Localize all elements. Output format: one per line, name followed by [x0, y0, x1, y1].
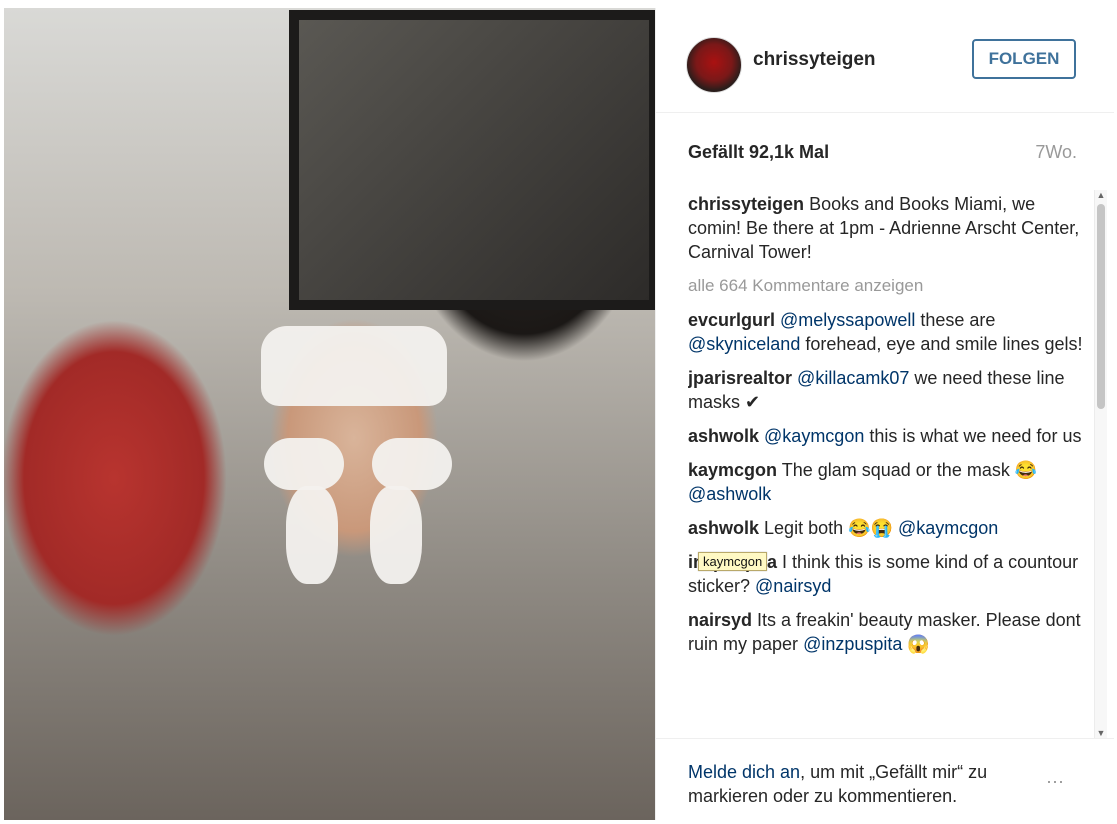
comment-text: these are — [915, 310, 996, 330]
caption: chrissyteigen Books and Books Miami, we … — [688, 192, 1088, 264]
mention-link[interactable]: @killacamk07 — [792, 368, 909, 388]
post-time[interactable]: 7Wo. — [1035, 142, 1077, 163]
scroll-thumb[interactable] — [1097, 204, 1105, 409]
avatar[interactable] — [686, 37, 742, 93]
comment-text: 😱 — [902, 634, 930, 654]
comment-container: evcurlgurl @melyssapowell these are @sky… — [688, 308, 1088, 656]
login-footer: Melde dich an, um mit „Gefällt mir“ zu m… — [656, 738, 1114, 821]
face-mask-left-smile — [286, 486, 338, 584]
comment-item: ashwolk Legit both 😂😭 @kaymcgon — [688, 516, 1088, 540]
more-options-icon[interactable]: ⋯ — [1046, 772, 1066, 793]
comment-username[interactable]: ashwolk — [688, 518, 759, 538]
comment-text: ✔ — [745, 392, 761, 412]
mention-link[interactable]: @ashwolk — [688, 484, 771, 504]
post-photo[interactable] — [4, 8, 655, 820]
likes-count[interactable]: Gefällt 92,1k Mal — [688, 142, 829, 163]
comment-text: Legit both — [759, 518, 849, 538]
mention-link[interactable]: @kaymcgon — [898, 518, 998, 538]
instagram-post-window: chrissyteigen FOLGEN Gefällt 92,1k Mal 7… — [0, 0, 1117, 824]
mention-link[interactable]: @nairsyd — [755, 576, 831, 596]
mention-link[interactable]: @melyssapowell — [775, 310, 915, 330]
post-sidebar: chrissyteigen FOLGEN Gefällt 92,1k Mal 7… — [655, 8, 1114, 821]
comment-item: evcurlgurl @melyssapowell these are @sky… — [688, 308, 1088, 356]
comments-list: chrissyteigen Books and Books Miami, we … — [688, 192, 1088, 732]
comment-item: nairsyd Its a freakin' beauty masker. Pl… — [688, 608, 1088, 656]
comment-username[interactable]: kaymcgon — [688, 460, 777, 480]
comment-username[interactable]: jparisrealtor — [688, 368, 792, 388]
framed-artwork — [289, 10, 655, 310]
follow-button[interactable]: FOLGEN — [972, 39, 1076, 79]
comment-text: The glam squad or the mask — [777, 460, 1015, 480]
comment-text: forehead, eye and smile lines gels! — [800, 334, 1083, 354]
comment-text: this is what we need for us — [864, 426, 1082, 446]
mention-link[interactable]: @skyniceland — [688, 334, 800, 354]
mention-link[interactable]: @kaymcgon — [759, 426, 864, 446]
face-mask-forehead — [261, 326, 447, 406]
face-mask-right-eye — [372, 438, 452, 490]
post-header: chrissyteigen FOLGEN — [656, 8, 1114, 113]
face-mask-right-smile — [370, 486, 422, 584]
comment-item: jparisrealtor @killacamk07 we need these… — [688, 366, 1088, 414]
caption-username[interactable]: chrissyteigen — [688, 194, 804, 214]
username[interactable]: chrissyteigen — [753, 49, 876, 71]
username-tooltip: kaymcgon — [698, 552, 768, 571]
comment-item: ashwolk @kaymcgon this is what we need f… — [688, 424, 1088, 448]
login-link[interactable]: Melde dich an — [688, 762, 800, 782]
comment-item: kaymcgon The glam squad or the mask 😂 @a… — [688, 458, 1088, 506]
view-all-comments[interactable]: alle 664 Kommentare anzeigen — [688, 274, 1088, 298]
comment-username[interactable]: evcurlgurl — [688, 310, 775, 330]
comment-username[interactable]: nairsyd — [688, 610, 752, 630]
comment-username[interactable]: ashwolk — [688, 426, 759, 446]
comment-text: 😂 — [1014, 460, 1038, 480]
face-mask-left-eye — [264, 438, 344, 490]
comment-text: 😂😭 — [848, 518, 898, 538]
mention-link[interactable]: @inzpuspita — [803, 634, 902, 654]
scroll-up-arrow-icon[interactable]: ▲ — [1095, 190, 1107, 200]
comments-scrollbar[interactable]: ▲ ▼ — [1094, 190, 1107, 738]
scroll-down-arrow-icon[interactable]: ▼ — [1095, 728, 1107, 738]
login-prompt: Melde dich an, um mit „Gefällt mir“ zu m… — [688, 760, 1038, 808]
